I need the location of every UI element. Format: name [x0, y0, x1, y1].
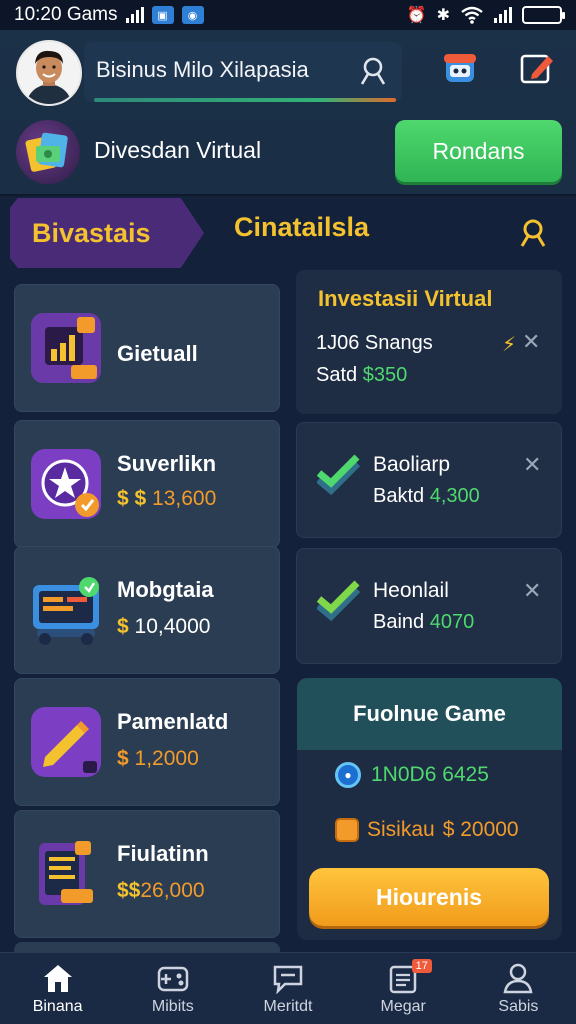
promo-text: Divesdan Virtual	[94, 137, 262, 163]
app-notification-icon-2: ◉	[181, 6, 204, 24]
coin-icon: ●	[335, 762, 361, 788]
nav-item-news[interactable]: 17 Megar	[346, 953, 461, 1024]
card-title: Fiulatinn	[117, 841, 209, 866]
bluetooth-icon: ✱	[436, 7, 450, 24]
card-amount: $ 1,2000	[117, 747, 199, 770]
card-amount: $$26,000	[117, 879, 205, 902]
tabs-row: Bivastais Cinatailsla	[0, 196, 576, 270]
bolt-icon: ⚡	[502, 332, 517, 356]
game-wallet-row: Sisikau $ 20000	[335, 818, 519, 842]
tab-inactive[interactable]: Cinatailsla	[234, 212, 369, 243]
tab-active[interactable]: Bivastais	[10, 198, 204, 268]
nav-item-games[interactable]: Mibits	[115, 953, 230, 1024]
card-gietuall[interactable]: Gietuall	[14, 284, 280, 412]
game-coins-row: ● 1N0D6 6425	[335, 762, 489, 788]
bar-chart-icon	[31, 313, 101, 383]
cell-signal-icon	[494, 7, 512, 23]
star-badge-icon	[31, 449, 101, 519]
card-partial	[14, 942, 280, 952]
robot-icon[interactable]	[440, 48, 480, 88]
card-pamenlatd[interactable]: Pamenlatd $ 1,2000	[14, 678, 280, 806]
investasi-line1: 1J06 Snangs	[316, 332, 433, 354]
status-bar: 10:20 Gams ▣ ◉ ⏰ ✱	[0, 0, 576, 30]
wallet-icon	[335, 818, 359, 842]
document-list-icon	[31, 839, 101, 909]
chat-icon	[273, 965, 303, 994]
search-bar[interactable]: Bisinus Milo Xilapasia	[84, 42, 402, 102]
game-wallet-label: Sisikau	[367, 818, 435, 841]
person-portrait-icon	[18, 42, 80, 104]
close-icon[interactable]: ✕	[523, 579, 541, 604]
alarm-icon: ⏰	[406, 7, 427, 24]
transaction-amount: Baktd 4,300	[373, 485, 480, 507]
game-card: Fuolnue Game ● 1N0D6 6425 Sisikau $ 20000…	[297, 678, 562, 940]
nav-item-messages[interactable]: Meritdt	[230, 953, 345, 1024]
nav-label: Binana	[32, 997, 83, 1015]
card-mobgtaia[interactable]: Mobgtaia $ 10,4000	[14, 546, 280, 674]
card-title: Gietuall	[117, 341, 198, 366]
investasi-line2: Satd $350	[316, 364, 408, 386]
nav-item-profile[interactable]: Sabis	[461, 953, 576, 1024]
nav-label: Meritdt	[263, 997, 313, 1015]
app-notification-icon: ▣	[151, 6, 174, 24]
search-input[interactable]: Bisinus Milo Xilapasia	[96, 57, 309, 83]
home-icon	[43, 964, 72, 992]
investasi-title: Investasii Virtual	[318, 286, 493, 311]
gamepad-icon	[157, 966, 189, 991]
check-icon	[316, 579, 361, 627]
avatar[interactable]	[16, 40, 82, 106]
profile-icon	[503, 963, 533, 993]
card-title: Pamenlatd	[117, 709, 229, 734]
header: Bisinus Milo Xilapasia Divesdan Virtual …	[0, 30, 576, 196]
signal-icon	[125, 7, 144, 23]
nav-label: Megar	[380, 997, 426, 1015]
dashboard-screen-icon	[31, 575, 101, 645]
card-fiulatinn[interactable]: Fiulatinn $$26,000	[14, 810, 280, 938]
close-icon[interactable]: ✕	[522, 330, 540, 355]
bottom-nav: Binana Mibits Meritdt 17 Megar Sabis	[0, 952, 576, 1024]
search-icon[interactable]	[358, 56, 388, 90]
card-title: Mobgtaia	[117, 577, 214, 602]
check-icon	[316, 453, 361, 501]
transaction-card[interactable]: Baoliarp Baktd 4,300 ✕	[296, 422, 562, 538]
money-cards-icon	[25, 132, 68, 172]
tab-search-icon[interactable]	[518, 218, 548, 252]
transaction-title: Baoliarp	[373, 453, 451, 476]
promo-button[interactable]: Rondans	[395, 120, 562, 182]
notification-badge: 17	[411, 959, 432, 973]
game-coins-value: 1N0D6 6425	[371, 763, 489, 786]
nav-label: Mibits	[151, 997, 194, 1015]
game-wallet-value: $ 20000	[442, 818, 519, 841]
card-suverlikn[interactable]: Suverlikn $ $ 13,600	[14, 420, 280, 548]
close-icon[interactable]: ✕	[523, 453, 541, 478]
card-title: Suverlikn	[117, 451, 217, 476]
battery-icon	[522, 6, 565, 24]
investasi-panel: Investasii Virtual 1J06 Snangs ⚡ ✕ Satd …	[296, 270, 562, 414]
promo-thumbnail	[16, 120, 80, 184]
card-amount: $ 10,4000	[117, 615, 211, 638]
game-button[interactable]: Hiourenis	[309, 868, 549, 926]
card-amount: $ $ 13,600	[117, 487, 217, 510]
wifi-icon	[461, 6, 483, 24]
nav-item-home[interactable]: Binana	[0, 953, 115, 1024]
nav-label: Sabis	[498, 997, 539, 1015]
transaction-title: Heonlail	[373, 579, 449, 602]
transaction-card[interactable]: Heonlail Baind 4070 ✕	[296, 548, 562, 664]
pencil-icon	[31, 707, 101, 777]
status-time: 10:20 Gams	[14, 4, 118, 25]
edit-icon[interactable]	[518, 50, 556, 88]
game-title: Fuolnue Game	[297, 678, 562, 750]
transaction-amount: Baind 4070	[373, 611, 475, 633]
search-underline	[94, 98, 396, 102]
